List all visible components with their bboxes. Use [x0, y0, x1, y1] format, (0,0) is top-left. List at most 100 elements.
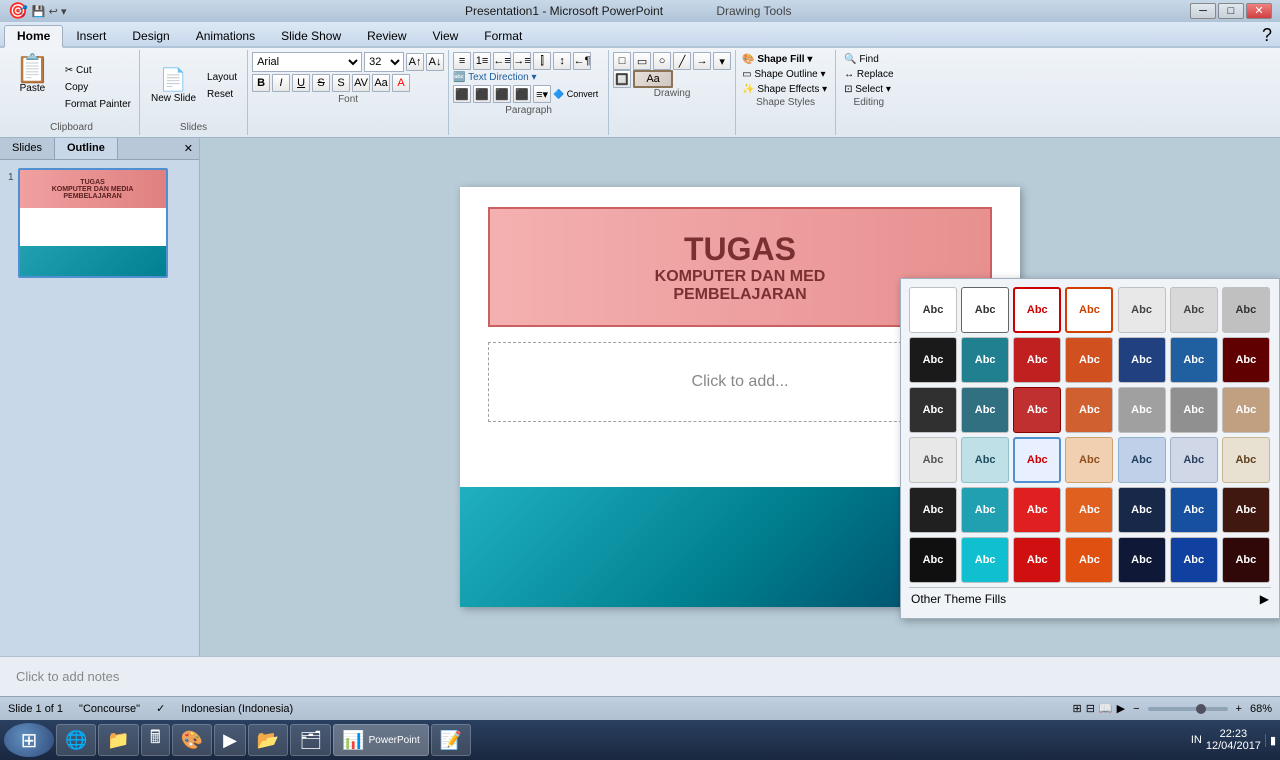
- style-3-1[interactable]: Abc: [909, 387, 957, 433]
- find-button[interactable]: 🔍 Find: [840, 52, 897, 67]
- shadow-button[interactable]: S: [332, 74, 350, 92]
- taskbar-media[interactable]: ▶: [214, 724, 246, 756]
- taskbar-ie[interactable]: 🌐: [56, 724, 96, 756]
- style-4-4[interactable]: Abc: [1065, 437, 1113, 483]
- columns-button[interactable]: ⫿: [533, 52, 551, 70]
- slides-tab[interactable]: Slides: [0, 138, 55, 159]
- decrease-font-button[interactable]: A↓: [426, 53, 444, 71]
- style-4-1[interactable]: Abc: [909, 437, 957, 483]
- normal-view-button[interactable]: ⊞: [1072, 702, 1081, 715]
- style-3-5[interactable]: Abc: [1118, 387, 1166, 433]
- style-1-3[interactable]: Abc: [1013, 287, 1061, 333]
- style-5-4[interactable]: Abc: [1065, 487, 1113, 533]
- char-spacing-button[interactable]: AV: [352, 74, 370, 92]
- italic-button[interactable]: I: [272, 74, 290, 92]
- copy-button[interactable]: Copy: [61, 80, 135, 95]
- style-3-3[interactable]: Abc: [1013, 387, 1061, 433]
- other-fills-button[interactable]: Other Theme Fills ▶: [909, 587, 1271, 610]
- style-4-2[interactable]: Abc: [961, 437, 1009, 483]
- style-2-1[interactable]: Abc: [909, 337, 957, 383]
- oval-shape[interactable]: ○: [653, 52, 671, 70]
- style-2-2[interactable]: Abc: [961, 337, 1009, 383]
- style-3-7[interactable]: Abc: [1222, 387, 1270, 433]
- tab-review[interactable]: Review: [354, 25, 419, 46]
- style-6-1[interactable]: Abc: [909, 537, 957, 583]
- style-2-6[interactable]: Abc: [1170, 337, 1218, 383]
- style-5-6[interactable]: Abc: [1170, 487, 1218, 533]
- paste-button[interactable]: 📋 Paste: [8, 52, 57, 122]
- font-color-button[interactable]: A: [392, 74, 410, 92]
- style-6-5[interactable]: Abc: [1118, 537, 1166, 583]
- taskbar-powerpoint[interactable]: 📊 PowerPoint: [333, 724, 429, 756]
- style-2-5[interactable]: Abc: [1118, 337, 1166, 383]
- numbering-button[interactable]: 1≡: [473, 52, 491, 70]
- align-left-button[interactable]: ⬛: [453, 85, 471, 103]
- bold-button[interactable]: B: [252, 74, 270, 92]
- style-6-6[interactable]: Abc: [1170, 537, 1218, 583]
- layout-button[interactable]: Layout: [203, 70, 241, 85]
- slideshow-button[interactable]: ▶: [1117, 702, 1125, 715]
- format-painter-button[interactable]: Format Painter: [61, 97, 135, 112]
- reset-button[interactable]: Reset: [203, 87, 241, 102]
- zoom-slider[interactable]: [1148, 707, 1228, 711]
- align-text-button[interactable]: ≡▾: [533, 85, 551, 103]
- outline-tab[interactable]: Outline: [55, 138, 118, 159]
- style-4-3[interactable]: Abc: [1013, 437, 1061, 483]
- tab-view[interactable]: View: [420, 25, 472, 46]
- replace-button[interactable]: ↔ Replace: [840, 67, 897, 82]
- text-direction-button[interactable]: 🔤 Text Direction ▾: [453, 72, 536, 83]
- justify-button[interactable]: ⬛: [513, 85, 531, 103]
- style-5-1[interactable]: Abc: [909, 487, 957, 533]
- font-size-select[interactable]: 32: [364, 52, 404, 72]
- style-1-6[interactable]: Abc: [1170, 287, 1218, 333]
- style-3-2[interactable]: Abc: [961, 387, 1009, 433]
- rounded-rect-shape[interactable]: ▭: [633, 52, 651, 70]
- increase-indent-button[interactable]: →≡: [513, 52, 531, 70]
- taskbar-explorer[interactable]: 📁: [98, 724, 138, 756]
- style-2-7[interactable]: Abc: [1222, 337, 1270, 383]
- style-3-4[interactable]: Abc: [1065, 387, 1113, 433]
- shape-effects-btn[interactable]: ✨ Shape Effects ▾: [740, 82, 831, 97]
- font-name-select[interactable]: Arial: [252, 52, 362, 72]
- style-1-2[interactable]: Abc: [961, 287, 1009, 333]
- style-2-4[interactable]: Abc: [1065, 337, 1113, 383]
- style-4-5[interactable]: Abc: [1118, 437, 1166, 483]
- tab-slideshow[interactable]: Slide Show: [268, 25, 354, 46]
- rectangle-shape[interactable]: □: [613, 52, 631, 70]
- align-right-button[interactable]: ⬛: [493, 85, 511, 103]
- align-center-button[interactable]: ⬛: [473, 85, 491, 103]
- tab-animations[interactable]: Animations: [183, 25, 268, 46]
- line-shape[interactable]: ╱: [673, 52, 691, 70]
- shape-outline-btn[interactable]: ▭ Shape Outline ▾: [740, 67, 831, 82]
- panel-close-button[interactable]: ✕: [178, 138, 199, 159]
- taskbar-calculator[interactable]: 🖩: [141, 724, 170, 756]
- style-5-2[interactable]: Abc: [961, 487, 1009, 533]
- style-1-1[interactable]: Abc: [909, 287, 957, 333]
- more-shapes[interactable]: ▾: [713, 52, 731, 70]
- taskbar-notepad[interactable]: 📝: [431, 724, 471, 756]
- style-4-6[interactable]: Abc: [1170, 437, 1218, 483]
- slide-thumbnail[interactable]: TUGASKOMPUTER DAN MEDIAPEMBELAJARAN: [18, 168, 168, 278]
- taskbar-folder[interactable]: 📂: [248, 724, 288, 756]
- bullets-button[interactable]: ≡: [453, 52, 471, 70]
- taskbar-files[interactable]: 🗂: [290, 724, 331, 756]
- taskbar-paint[interactable]: 🎨: [172, 724, 212, 756]
- quick-styles-button[interactable]: Aa: [633, 70, 673, 88]
- style-1-4[interactable]: Abc: [1065, 287, 1113, 333]
- minimize-button[interactable]: ─: [1190, 3, 1216, 19]
- style-1-5[interactable]: Abc: [1118, 287, 1166, 333]
- slide-sorter-button[interactable]: ⊟: [1086, 702, 1095, 715]
- zoom-out-button[interactable]: −: [1133, 703, 1139, 715]
- style-4-7[interactable]: Abc: [1222, 437, 1270, 483]
- reading-view-button[interactable]: 📖: [1099, 702, 1113, 715]
- select-button[interactable]: ⊡ Select ▾: [840, 82, 897, 97]
- style-3-6[interactable]: Abc: [1170, 387, 1218, 433]
- show-desktop-button[interactable]: ▮: [1265, 734, 1276, 747]
- style-6-4[interactable]: Abc: [1065, 537, 1113, 583]
- start-button[interactable]: ⊞: [4, 723, 54, 757]
- arrow-shape[interactable]: →: [693, 52, 711, 70]
- style-5-3[interactable]: Abc: [1013, 487, 1061, 533]
- tab-format[interactable]: Format: [471, 25, 535, 46]
- help-icon[interactable]: ?: [1262, 25, 1272, 46]
- notes-area[interactable]: Click to add notes: [0, 656, 1280, 696]
